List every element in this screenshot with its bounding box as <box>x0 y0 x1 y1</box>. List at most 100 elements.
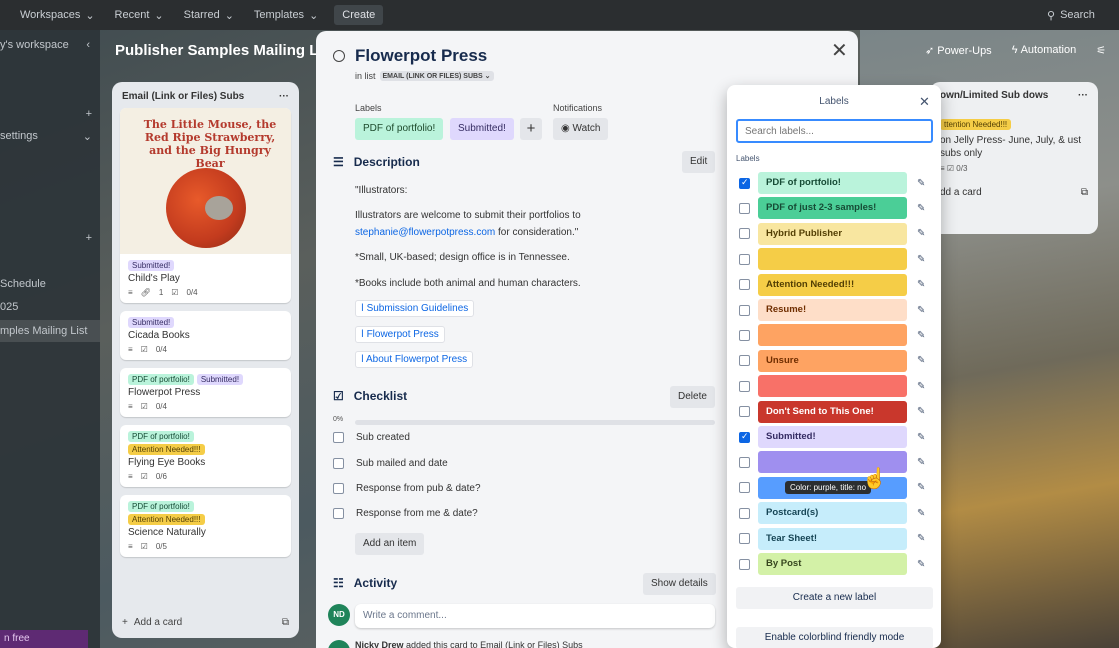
label-chip[interactable]: Unsure <box>758 349 907 372</box>
pencil-icon[interactable]: ✎ <box>917 279 925 290</box>
email-link[interactable]: stephanie@flowerpotpress.com <box>355 227 495 238</box>
pencil-icon[interactable]: ✎ <box>917 330 925 341</box>
starred-menu[interactable]: Starred ⌄ <box>184 9 234 22</box>
pencil-icon[interactable]: ✎ <box>917 228 925 239</box>
search-labels-input[interactable] <box>736 119 933 143</box>
label-row[interactable]: Unsure ✎ <box>739 349 929 372</box>
label-checkbox[interactable] <box>739 329 750 341</box>
colorblind-mode-button[interactable]: Enable colorblind friendly mode <box>736 627 933 648</box>
checkbox[interactable] <box>333 432 344 443</box>
checklist-item[interactable]: Response from pub & date? <box>333 483 481 494</box>
create-button[interactable]: Create <box>334 5 384 25</box>
label-checkbox[interactable] <box>739 202 750 214</box>
close-icon[interactable]: ✕ <box>919 94 930 110</box>
comment-input[interactable]: Write a comment... <box>355 604 715 628</box>
checklist-item-text[interactable]: Sub created <box>356 432 410 443</box>
pencil-icon[interactable]: ✎ <box>917 305 925 316</box>
checkbox[interactable] <box>333 458 344 469</box>
power-ups-button[interactable]: ➶ Power-Ups <box>925 44 992 57</box>
close-icon[interactable]: ✕ <box>831 41 848 61</box>
list-card[interactable]: Submitted! Cicada Books ≡ ☑ 0/4 <box>120 311 291 360</box>
checkbox[interactable] <box>333 483 344 494</box>
plus-icon[interactable]: + <box>86 232 92 244</box>
label-checkbox[interactable] <box>739 279 750 291</box>
label-chip[interactable]: PDF of portfolio! <box>758 172 907 194</box>
list-title[interactable]: Email (Link or Files) Subs <box>122 91 244 102</box>
chevron-down-icon[interactable]: ⌄ <box>83 130 92 143</box>
list-card[interactable]: PDF of portfolio! Submitted! Flowerpot Pr… <box>120 368 291 417</box>
pencil-icon[interactable]: ✎ <box>917 482 925 493</box>
template-icon[interactable]: ⧉ <box>1081 187 1088 198</box>
label-chip[interactable]: Don't Send to This One! <box>758 400 907 423</box>
avatar[interactable]: ND <box>328 604 350 626</box>
link-submission-guidelines[interactable]: ⅼ Submission Guidelines <box>355 300 475 317</box>
filter-icon[interactable]: ⚟ <box>1096 44 1106 57</box>
label-chip[interactable] <box>758 375 907 398</box>
label-row[interactable]: Don't Send to This One! ✎ <box>739 400 929 423</box>
label-checkbox[interactable] <box>739 228 750 240</box>
label-chip[interactable]: PDF of portfolio! <box>355 118 444 140</box>
pencil-icon[interactable]: ✎ <box>917 381 925 392</box>
pencil-icon[interactable]: ✎ <box>917 203 925 214</box>
list-link[interactable]: EMAIL (LINK OR FILES) SUBS ⌄ <box>379 71 494 81</box>
collapse-icon[interactable]: ‹ <box>86 39 90 51</box>
watch-button[interactable]: ◉ Watch <box>553 118 609 140</box>
label-checkbox[interactable] <box>739 355 750 367</box>
template-icon[interactable]: ⧉ <box>282 617 289 628</box>
pencil-icon[interactable]: ✎ <box>917 355 925 366</box>
label-checkbox[interactable] <box>739 304 750 316</box>
label-row[interactable]: Resume! ✎ <box>739 299 929 321</box>
pencil-icon[interactable]: ✎ <box>917 457 925 468</box>
label-chip[interactable]: Hybrid Publisher <box>758 222 907 245</box>
checklist-item[interactable]: Sub created <box>333 432 410 443</box>
label-chip[interactable] <box>758 324 907 347</box>
label-checkbox[interactable] <box>739 431 750 443</box>
checkbox[interactable] <box>333 508 344 519</box>
label-row[interactable]: ✎ <box>739 324 929 347</box>
label-chip[interactable]: Tear Sheet! <box>758 527 907 550</box>
avatar[interactable] <box>328 640 350 648</box>
list-card[interactable]: PDF of portfolio! Attention Needed!!! Sc… <box>120 495 291 557</box>
label-row[interactable]: Tear Sheet! ✎ <box>739 527 929 550</box>
label-row[interactable]: Submitted! ✎ <box>739 426 929 448</box>
label-chip[interactable] <box>758 248 907 271</box>
more-icon[interactable]: ··· <box>1078 90 1088 101</box>
label-chip[interactable]: By Post <box>758 553 907 575</box>
list-card-cover[interactable]: The Little Mouse, the Red Ripe Strawberr… <box>120 108 291 303</box>
recent-menu[interactable]: Recent ⌄ <box>115 9 164 22</box>
checklist-item-text[interactable]: Sub mailed and date <box>356 458 448 469</box>
show-details-button[interactable]: Show details <box>643 573 716 595</box>
automation-button[interactable]: ϟ Automation <box>1012 44 1077 57</box>
list-card[interactable]: PDF of portfolio! Attention Needed!!! Fl… <box>120 425 291 487</box>
label-row[interactable]: PDF of portfolio! ✎ <box>739 172 929 194</box>
edit-button[interactable]: Edit <box>682 151 716 173</box>
label-chip[interactable]: Submitted! <box>758 426 907 448</box>
label-chip[interactable]: PDF of just 2-3 samples! <box>758 197 907 220</box>
pencil-icon[interactable]: ✎ <box>917 406 925 417</box>
label-row[interactable]: ✎ <box>739 451 929 474</box>
board-title[interactable]: Publisher Samples Mailing List <box>115 42 336 59</box>
label-row[interactable]: Attention Needed!!! ✎ <box>739 273 929 296</box>
plus-icon[interactable]: + <box>86 108 92 120</box>
card-title[interactable]: on Jelly Press- June, July, & ust subs o… <box>940 134 1088 160</box>
add-label-button[interactable]: + <box>520 118 542 140</box>
checklist-item-text[interactable]: Response from me & date? <box>356 508 478 519</box>
link-about-flowerpot-press[interactable]: ⅼ About Flowerpot Press <box>355 351 474 368</box>
pencil-icon[interactable]: ✎ <box>917 508 925 519</box>
workspaces-menu[interactable]: Workspaces ⌄ <box>20 9 95 22</box>
activity-user[interactable]: Nicky Drew <box>355 640 404 648</box>
label-checkbox[interactable] <box>739 406 750 418</box>
label-checkbox[interactable] <box>739 558 750 570</box>
pencil-icon[interactable]: ✎ <box>917 254 925 265</box>
label-row[interactable]: PDF of just 2-3 samples! ✎ <box>739 197 929 220</box>
trial-banner[interactable]: n free <box>0 630 88 648</box>
label-checkbox[interactable] <box>739 177 750 189</box>
label-checkbox[interactable] <box>739 533 750 545</box>
sidebar-item-active-board[interactable]: mples Mailing List <box>0 320 87 342</box>
list-title[interactable]: own/Limited Sub dows <box>940 90 1048 101</box>
link-flowerpot-press[interactable]: ⅼ Flowerpot Press <box>355 326 445 343</box>
search-box[interactable]: ⚲ Search <box>1047 5 1113 25</box>
checklist-item[interactable]: Sub mailed and date <box>333 458 448 469</box>
label-row[interactable]: ✎ <box>739 375 929 398</box>
label-row[interactable]: ✎ <box>739 248 929 271</box>
